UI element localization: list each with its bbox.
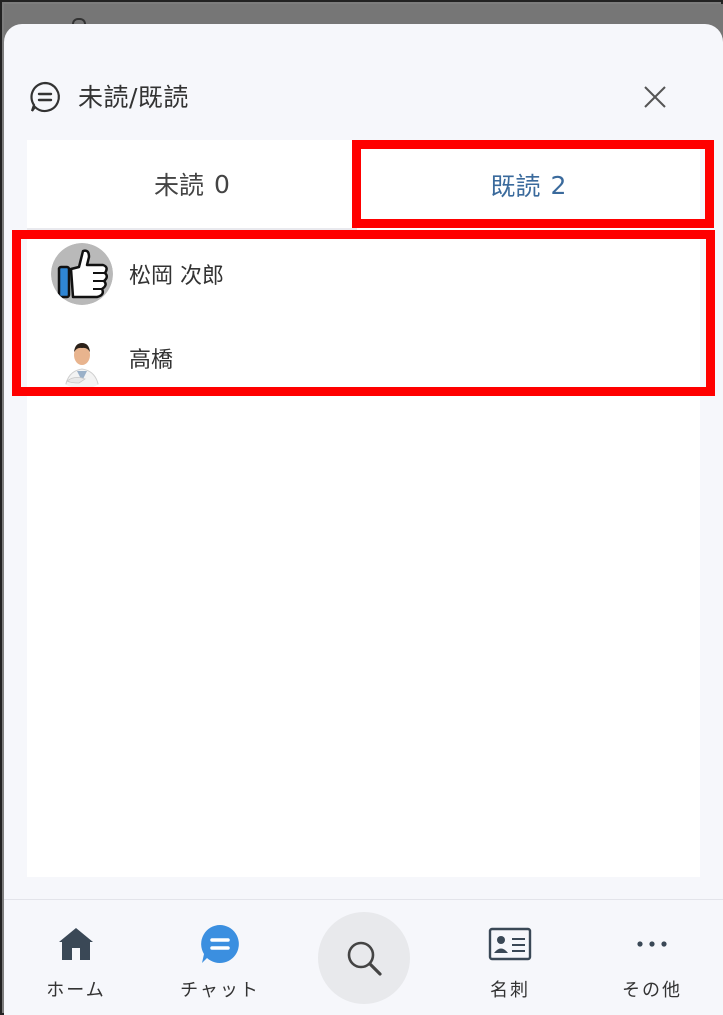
highlight-read-tab [352,140,714,228]
nav-business-card[interactable]: 名刺 [450,900,570,1015]
nav-other[interactable]: その他 [592,900,712,1015]
nav-home-label: ホーム [46,980,106,1001]
business-card-icon [488,927,532,961]
nav-home[interactable]: ホーム [16,900,136,1015]
chat-bubble-icon [30,81,60,113]
highlight-reader-list [12,230,715,396]
nav-chat-label: チャット [180,980,260,1001]
chat-icon [201,925,239,963]
home-icon [59,928,93,960]
tab-unread-count: 0 [214,169,230,199]
sheet-header: 未読/既読 [4,24,723,134]
sheet-title: 未読/既読 [78,83,189,112]
bottom-navigation: ホーム チャット 名刺 その他 [4,899,723,1015]
screen-frame: 未読/既読 未読 0 既読 2 松岡 次郎 高橋 ホーム チャット 名刺 その他 [0,0,723,1015]
search-icon [347,941,382,976]
tab-unread-label: 未読 [154,171,205,200]
tab-unread[interactable]: 未読 0 [27,140,357,230]
nav-card-label: 名刺 [490,980,530,1001]
search-button[interactable] [318,912,410,1004]
nav-other-label: その他 [622,980,682,1001]
more-dots-icon [637,941,667,947]
nav-chat[interactable]: チャット [160,900,280,1015]
close-icon[interactable] [638,80,672,114]
